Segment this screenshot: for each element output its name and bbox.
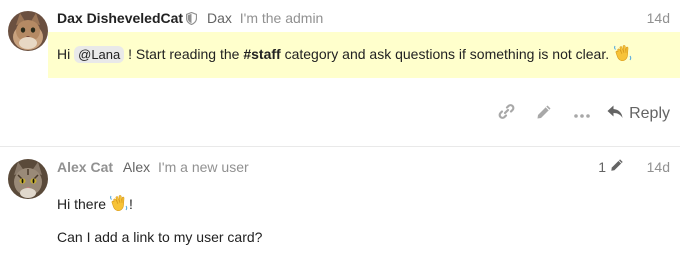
body-text: Hi there — [57, 196, 107, 212]
edit-history-button[interactable]: 1 — [598, 157, 624, 177]
user-title: I'm the admin — [239, 10, 324, 26]
post-body-line-1: Hi there ! — [57, 193, 133, 218]
waving-hand-icon — [613, 43, 633, 68]
link-icon — [498, 103, 515, 125]
user-full-name[interactable]: Alex Cat — [57, 159, 113, 175]
post-date[interactable]: 14d — [647, 8, 670, 28]
pencil-icon — [536, 104, 552, 125]
post-date[interactable]: 14d — [647, 157, 670, 177]
username[interactable]: Dax — [207, 10, 232, 26]
user-title: I'm a new user — [158, 159, 249, 175]
reply-button[interactable]: Reply — [607, 105, 670, 124]
body-text-end: category and ask questions if something … — [284, 46, 610, 62]
post-new-user: Alex Cat Alex I'm a new user 1 14d Hi th… — [0, 147, 690, 264]
user-full-name[interactable]: Dax DisheveledCat — [57, 10, 183, 26]
post-actions: Reply — [487, 103, 670, 125]
reply-icon — [607, 105, 629, 124]
hashtag-link[interactable]: #staff — [243, 46, 280, 62]
avatar-alex[interactable] — [8, 159, 48, 199]
post-meta: Alex Cat Alex I'm a new user 1 14d — [57, 157, 670, 177]
body-text-mid: ! Start reading the — [128, 46, 240, 62]
waving-hand-icon — [109, 193, 129, 218]
mention-link[interactable]: @Lana — [74, 46, 125, 63]
body-text-hi: Hi — [57, 46, 71, 62]
edit-count: 1 — [598, 159, 606, 175]
post-meta: Dax DisheveledCat Dax I'm the admin 14d — [57, 8, 670, 28]
pencil-icon — [610, 157, 624, 177]
more-button[interactable] — [563, 103, 601, 125]
reply-label: Reply — [629, 105, 670, 122]
link-button[interactable] — [487, 103, 525, 125]
ellipsis-icon — [574, 105, 590, 123]
body-text-end: ! — [129, 196, 133, 212]
edit-button[interactable] — [525, 103, 563, 125]
post-body-line-2: Can I add a link to my user card? — [57, 229, 263, 245]
username[interactable]: Alex — [123, 159, 150, 175]
post-body: Hi @Lana ! Start reading the #staff cate… — [57, 43, 633, 68]
avatar-dax[interactable] — [8, 11, 48, 51]
shield-icon — [185, 10, 198, 30]
post-admin: Dax DisheveledCat Dax I'm the admin 14d … — [0, 0, 690, 146]
